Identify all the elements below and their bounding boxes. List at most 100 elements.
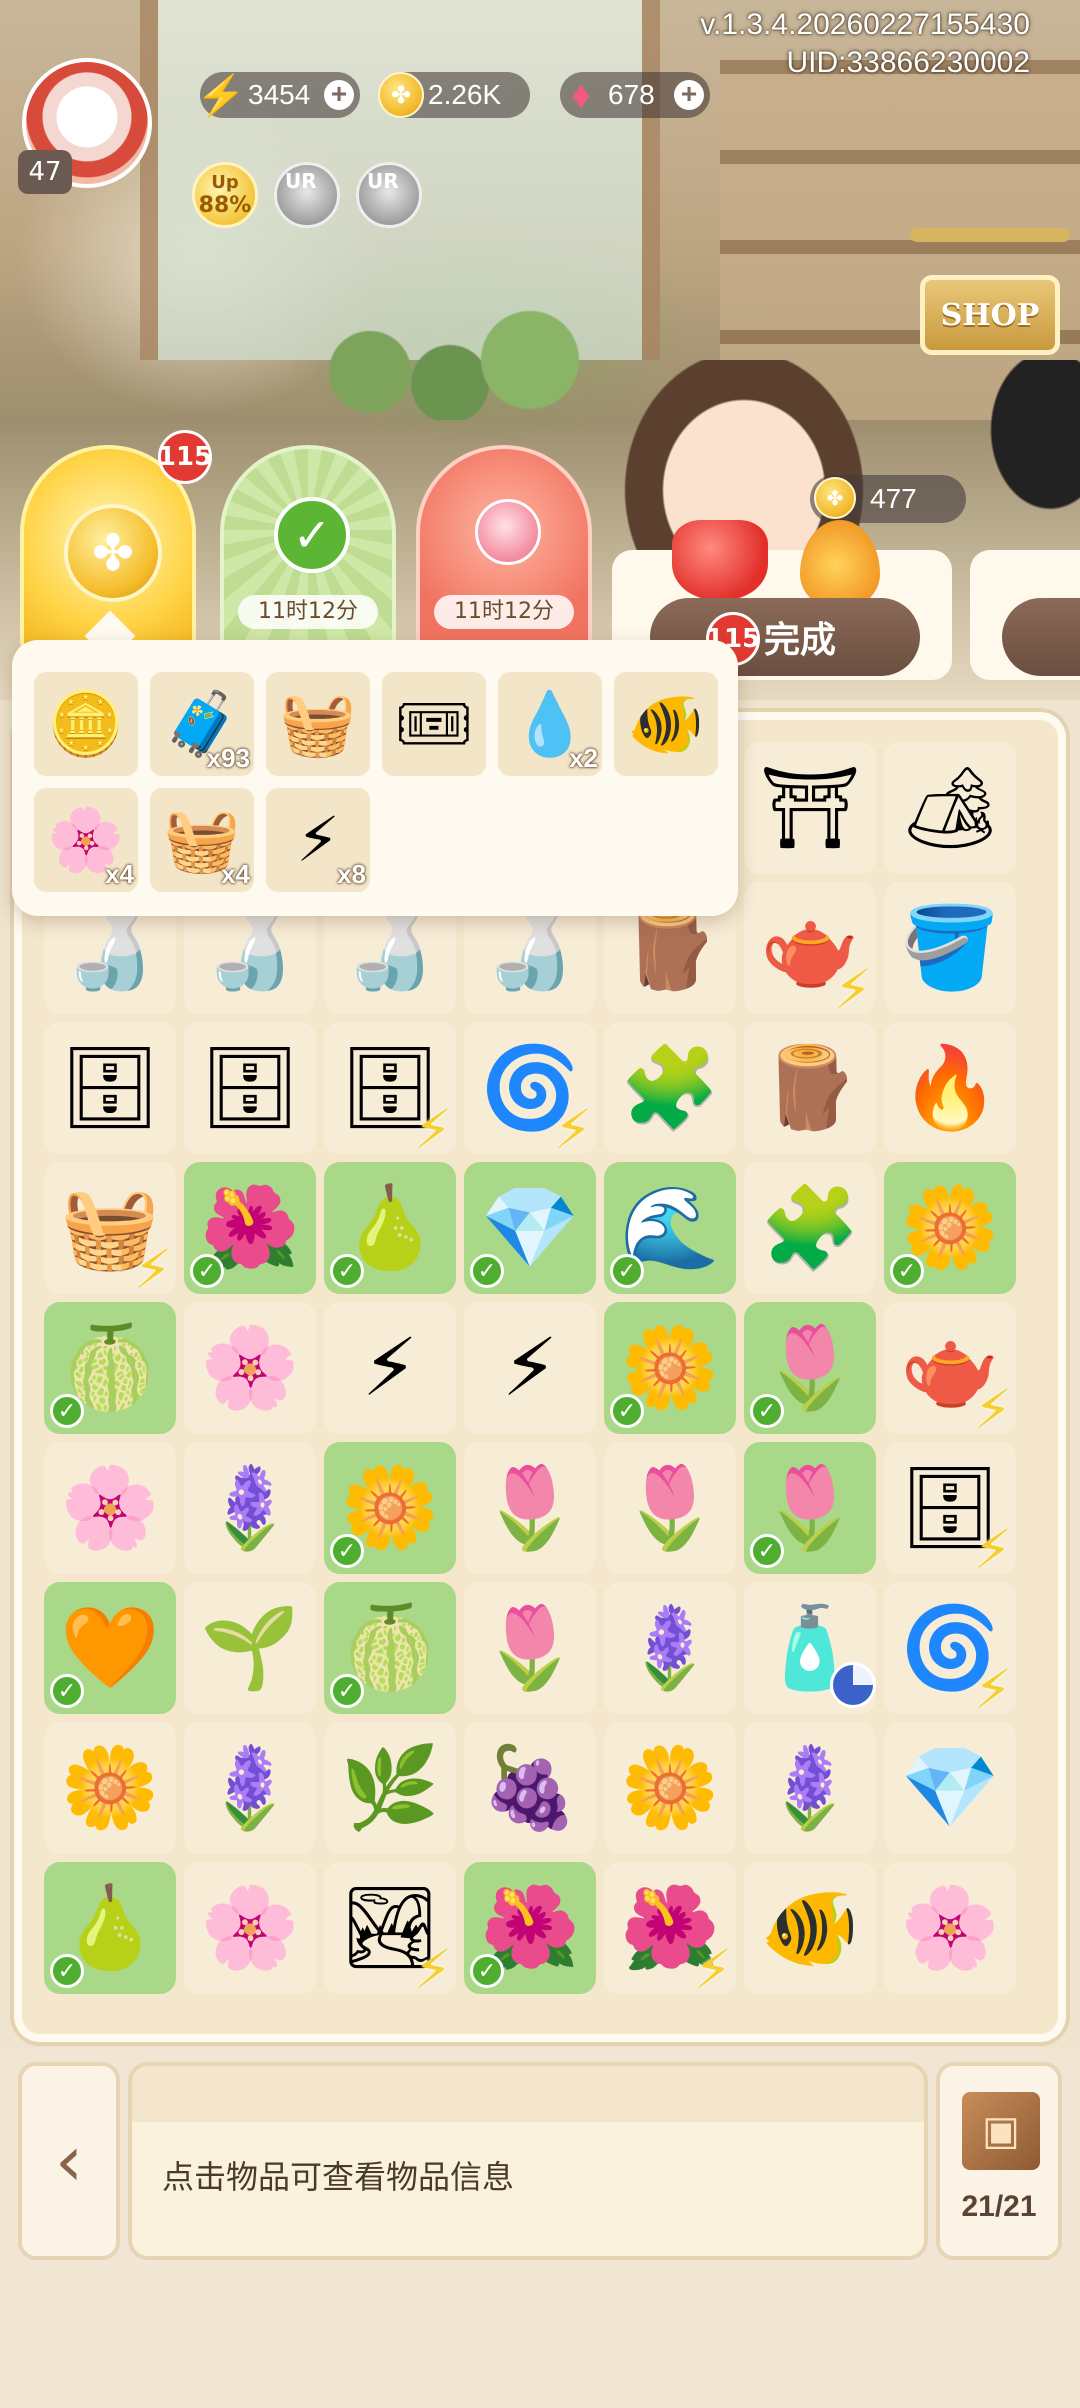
board-cell[interactable]: 🪵 bbox=[744, 1022, 876, 1154]
popup-item[interactable]: 🧺 x4 bbox=[150, 788, 254, 892]
board-cell[interactable]: 🪣 bbox=[884, 882, 1016, 1014]
ur-badge-1[interactable]: UR bbox=[274, 162, 340, 228]
check-icon: ✓ bbox=[470, 1254, 504, 1288]
board-cell[interactable]: 🌺 ⚡ bbox=[604, 1862, 736, 2001]
up-rate-badge[interactable]: Up 88% bbox=[192, 162, 258, 228]
ur-badge-2[interactable]: UR bbox=[356, 162, 422, 228]
check-icon: ✓ bbox=[274, 497, 350, 573]
chevron-left-icon: ‹ bbox=[55, 2120, 83, 2202]
board-cell[interactable]: 🌀 ⚡ bbox=[884, 1582, 1016, 1721]
board-cell[interactable]: 🪻 bbox=[604, 1582, 736, 1714]
version-info: v.1.3.4.20260227155430 UID:33866230002 bbox=[700, 6, 1030, 82]
popup-item[interactable]: 🪙 bbox=[34, 672, 138, 776]
board-cell[interactable]: 💎 bbox=[884, 1722, 1016, 1854]
peach-order-card[interactable]: 11时12分 bbox=[416, 445, 592, 655]
item-icon: 🏕 bbox=[899, 761, 1001, 854]
board-cell[interactable]: 🌸 bbox=[184, 1302, 316, 1434]
board-cell[interactable]: 🌀 ⚡ bbox=[464, 1022, 596, 1161]
add-energy-icon[interactable]: + bbox=[324, 80, 354, 110]
item-icon: 🪻 bbox=[760, 1741, 860, 1834]
board-cell[interactable]: ⚡ bbox=[324, 1302, 456, 1434]
item-icon: 🐠 bbox=[760, 1881, 860, 1974]
item-quantity: x8 bbox=[337, 859, 366, 889]
peach-icon bbox=[475, 499, 541, 565]
board-cell[interactable]: 🌷 ✓ bbox=[744, 1442, 876, 1574]
board-cell[interactable]: 🪻 bbox=[184, 1722, 316, 1854]
board-cell[interactable]: 🏕 bbox=[884, 742, 1016, 874]
gem-counter[interactable]: ♦ 678 + bbox=[560, 72, 710, 118]
add-gem-icon[interactable]: + bbox=[674, 80, 704, 110]
item-icon: 🍇 bbox=[480, 1741, 580, 1834]
check-icon: ✓ bbox=[330, 1674, 364, 1708]
board-cell[interactable]: 🧴 bbox=[744, 1582, 876, 1714]
energy-counter[interactable]: ⚡ 3454 + bbox=[196, 72, 360, 118]
popup-item[interactable]: 🧺 bbox=[266, 672, 370, 776]
board-cell[interactable]: 🌷 bbox=[604, 1442, 736, 1574]
board-cell[interactable]: 🗄 bbox=[44, 1022, 176, 1154]
item-icon: 🧩 bbox=[760, 1181, 860, 1274]
board-cell[interactable]: 🪻 bbox=[744, 1722, 876, 1854]
board-cell[interactable]: 🌼 ✓ bbox=[884, 1162, 1016, 1294]
board-cell[interactable]: 🍈 ✓ bbox=[324, 1582, 456, 1714]
inventory-button[interactable]: ▣ 21/21 bbox=[936, 2062, 1062, 2260]
info-text: 点击物品可查看物品信息 bbox=[162, 2158, 515, 2196]
board-cell[interactable]: 🔥 bbox=[884, 1022, 1016, 1154]
board-cell[interactable]: 🗄 ⚡ bbox=[324, 1022, 456, 1161]
board-cell[interactable]: 🗄 bbox=[184, 1022, 316, 1154]
board-cell[interactable]: 🌷 bbox=[464, 1582, 596, 1714]
board-cell[interactable]: 🧩 bbox=[604, 1022, 736, 1154]
board-cell[interactable]: 🫖 ⚡ bbox=[744, 882, 876, 1021]
energy-bolt-icon: ⚡ bbox=[694, 1938, 732, 2001]
board-cell[interactable]: 🌺 ✓ bbox=[184, 1162, 316, 1294]
board-cell[interactable]: 🌺 ✓ bbox=[464, 1862, 596, 1994]
board-cell[interactable]: 🗄 ⚡ bbox=[884, 1442, 1016, 1581]
shop-button[interactable]: SHOP bbox=[920, 275, 1060, 355]
coin-counter[interactable]: ✤ 2.26K bbox=[378, 72, 530, 118]
item-icon: 💎 bbox=[900, 1741, 1000, 1834]
board-cell[interactable]: 🌿 bbox=[324, 1722, 456, 1854]
board-cell[interactable]: 🧡 ✓ bbox=[44, 1582, 176, 1714]
board-cell[interactable]: 🌼 bbox=[44, 1722, 176, 1854]
customer-character-2[interactable] bbox=[990, 360, 1080, 560]
order-reward-value: 477 bbox=[870, 483, 917, 514]
board-cell[interactable]: 🍐 ✓ bbox=[44, 1862, 176, 1994]
popup-item[interactable]: 🌸 x4 bbox=[34, 788, 138, 892]
board-cell[interactable]: 🐠 bbox=[744, 1862, 876, 1994]
board-cell[interactable]: 🪻 bbox=[184, 1442, 316, 1574]
board-cell[interactable]: 🍇 bbox=[464, 1722, 596, 1854]
item-icon: ⚡ bbox=[361, 1321, 419, 1414]
board-cell[interactable]: 🌊 ✓ bbox=[604, 1162, 736, 1294]
board-cell[interactable]: 🌼 ✓ bbox=[604, 1302, 736, 1434]
board-cell[interactable]: 🌸 bbox=[184, 1862, 316, 1994]
notification-badge: 115 bbox=[158, 430, 212, 484]
popup-item[interactable]: ⚡ x8 bbox=[266, 788, 370, 892]
board-cell[interactable]: 🌸 bbox=[884, 1862, 1016, 1994]
board-cell[interactable]: 🏞 ⚡ bbox=[324, 1862, 456, 2001]
popup-item[interactable]: 🐠 bbox=[614, 672, 718, 776]
board-cell[interactable]: 🌼 ✓ bbox=[324, 1442, 456, 1574]
board-cell[interactable]: 🌼 bbox=[604, 1722, 736, 1854]
board-cell[interactable]: 🍈 ✓ bbox=[44, 1302, 176, 1434]
popup-item[interactable]: 🎟 bbox=[382, 672, 486, 776]
popup-item[interactable]: 🧳 x93 bbox=[150, 672, 254, 776]
complete-button-2[interactable] bbox=[1002, 598, 1080, 676]
board-cell[interactable]: 🍐 ✓ bbox=[324, 1162, 456, 1294]
board-cell[interactable]: 💎 ✓ bbox=[464, 1162, 596, 1294]
inventory-count: 21/21 bbox=[961, 2190, 1037, 2223]
board-cell[interactable]: 🌱 bbox=[184, 1582, 316, 1714]
check-icon: ✓ bbox=[750, 1394, 784, 1428]
daily-order-card[interactable]: ✓ 11时12分 bbox=[220, 445, 396, 655]
energy-bolt-icon: ⚡ bbox=[134, 1238, 172, 1301]
board-cell[interactable]: 🫖 ⚡ bbox=[884, 1302, 1016, 1441]
board-cell[interactable]: 🧩 bbox=[744, 1162, 876, 1294]
gem-value: 678 bbox=[608, 79, 655, 110]
board-cell[interactable]: ⚡ bbox=[464, 1302, 596, 1434]
board-cell[interactable]: 🌷 ✓ bbox=[744, 1302, 876, 1434]
board-cell[interactable]: ⛩ bbox=[744, 742, 876, 874]
back-button[interactable]: ‹ bbox=[18, 2062, 120, 2260]
item-icon: 🌸 bbox=[200, 1881, 300, 1974]
board-cell[interactable]: 🌸 bbox=[44, 1442, 176, 1574]
board-cell[interactable]: 🧺 ⚡ bbox=[44, 1162, 176, 1301]
board-cell[interactable]: 🌷 bbox=[464, 1442, 596, 1574]
popup-item[interactable]: 💧 x2 bbox=[498, 672, 602, 776]
